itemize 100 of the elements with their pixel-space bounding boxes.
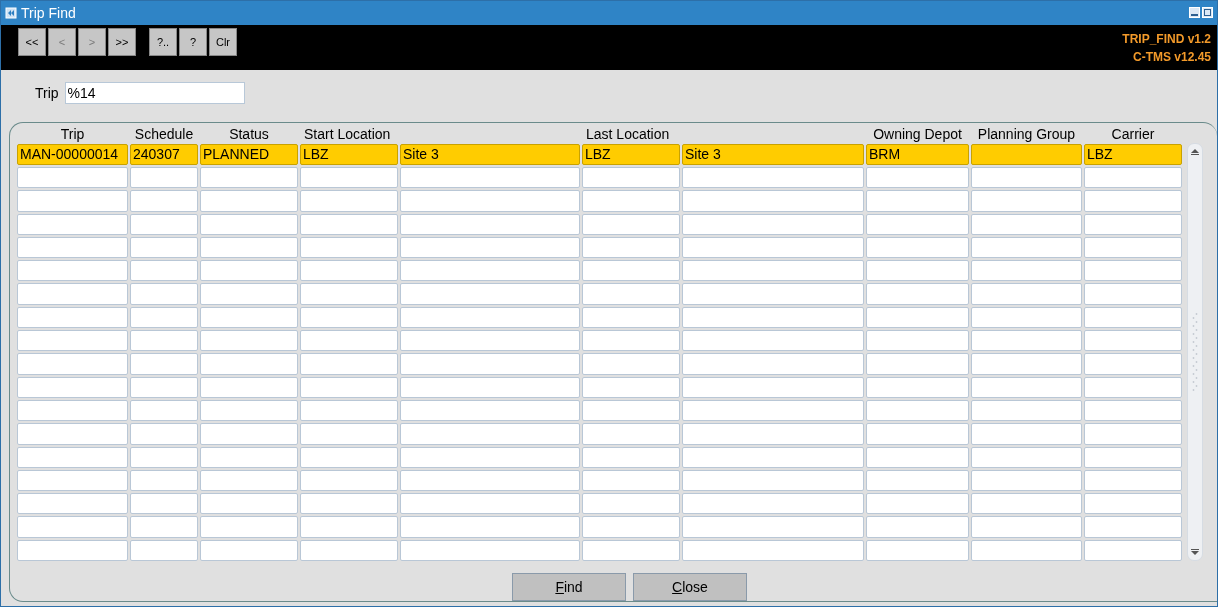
table-cell[interactable]: Site 3 (400, 143, 580, 165)
table-cell[interactable] (1084, 493, 1182, 515)
table-cell[interactable] (582, 516, 680, 538)
table-cell[interactable] (17, 213, 128, 235)
table-cell[interactable] (971, 539, 1082, 561)
toolbar-button[interactable]: >> (108, 27, 136, 56)
table-cell[interactable] (582, 376, 680, 398)
table-cell[interactable] (200, 306, 298, 329)
table-cell[interactable] (682, 399, 864, 422)
table-cell[interactable] (300, 166, 398, 189)
table-cell[interactable] (971, 213, 1082, 235)
table-cell[interactable] (866, 423, 969, 445)
table-cell[interactable] (971, 236, 1082, 259)
table-cell[interactable] (17, 236, 128, 259)
toolbar-button[interactable]: ? (179, 27, 207, 56)
table-cell[interactable] (200, 166, 298, 189)
table-cell[interactable] (300, 213, 398, 235)
table-cell[interactable] (300, 260, 398, 282)
table-cell[interactable] (200, 469, 298, 492)
table-cell[interactable] (1084, 446, 1182, 468)
table-cell[interactable] (1084, 330, 1182, 352)
table-cell[interactable] (130, 446, 198, 468)
table-cell[interactable] (17, 260, 128, 282)
table-cell[interactable] (971, 330, 1082, 352)
table-cell[interactable] (17, 283, 128, 305)
table-cell[interactable] (300, 376, 398, 398)
table-cell[interactable] (682, 539, 864, 561)
table-cell[interactable] (866, 330, 969, 352)
table-cell[interactable] (300, 423, 398, 445)
table-cell[interactable] (400, 493, 580, 515)
table-cell[interactable] (130, 330, 198, 352)
table-cell[interactable] (17, 493, 128, 515)
table-cell[interactable]: BRM (866, 143, 969, 165)
table-cell[interactable] (200, 399, 298, 422)
table-cell[interactable] (971, 469, 1082, 492)
table-cell[interactable] (300, 469, 398, 492)
table-cell[interactable] (17, 330, 128, 352)
table-cell[interactable] (300, 516, 398, 538)
table-cell[interactable] (971, 166, 1082, 189)
table-cell[interactable] (17, 399, 128, 422)
table-cell[interactable] (971, 493, 1082, 515)
table-cell[interactable] (866, 399, 969, 422)
minimize-icon[interactable] (1189, 7, 1200, 19)
table-cell[interactable] (400, 469, 580, 492)
table-cell[interactable] (971, 423, 1082, 445)
toolbar-button[interactable]: ?.. (149, 27, 177, 56)
table-cell[interactable] (682, 493, 864, 515)
table-cell[interactable] (130, 493, 198, 515)
table-cell[interactable] (971, 143, 1082, 165)
table-cell[interactable] (682, 353, 864, 375)
table-cell[interactable] (1084, 306, 1182, 329)
table-cell[interactable] (866, 190, 969, 212)
trip-field[interactable]: %14 (64, 81, 245, 104)
table-cell[interactable] (971, 190, 1082, 212)
table-cell[interactable] (582, 283, 680, 305)
table-cell[interactable] (682, 446, 864, 468)
table-cell[interactable] (300, 190, 398, 212)
table-cell[interactable] (682, 306, 864, 329)
table-cell[interactable] (400, 283, 580, 305)
table-cell[interactable] (682, 330, 864, 352)
table-cell[interactable] (971, 353, 1082, 375)
table-cell[interactable] (1084, 190, 1182, 212)
table-cell[interactable] (582, 399, 680, 422)
table-cell[interactable] (130, 399, 198, 422)
table-cell[interactable]: PLANNED (200, 143, 298, 165)
table-cell[interactable] (1084, 399, 1182, 422)
table-cell[interactable] (200, 213, 298, 235)
toolbar-button[interactable]: Clr (209, 27, 237, 56)
table-cell[interactable] (400, 260, 580, 282)
table-cell[interactable] (200, 539, 298, 561)
table-cell[interactable] (400, 539, 580, 561)
table-cell[interactable] (200, 190, 298, 212)
table-cell[interactable] (1084, 260, 1182, 282)
table-cell[interactable] (400, 166, 580, 189)
table-cell[interactable] (971, 376, 1082, 398)
table-cell[interactable] (300, 539, 398, 561)
table-cell[interactable]: LBZ (582, 143, 680, 165)
table-cell[interactable] (682, 376, 864, 398)
table-cell[interactable] (682, 469, 864, 492)
table-cell[interactable] (130, 236, 198, 259)
table-cell[interactable] (17, 376, 128, 398)
table-cell[interactable] (130, 423, 198, 445)
table-cell[interactable] (866, 469, 969, 492)
table-cell[interactable] (682, 260, 864, 282)
table-cell[interactable] (582, 213, 680, 235)
table-cell[interactable] (682, 236, 864, 259)
table-cell[interactable] (400, 353, 580, 375)
table-cell[interactable] (17, 516, 128, 538)
table-cell[interactable] (866, 539, 969, 561)
table-cell[interactable] (130, 539, 198, 561)
table-cell[interactable] (582, 353, 680, 375)
table-cell[interactable] (17, 190, 128, 212)
table-cell[interactable] (582, 236, 680, 259)
table-cell[interactable] (130, 190, 198, 212)
table-cell[interactable] (200, 330, 298, 352)
table-cell[interactable]: LBZ (1084, 143, 1182, 165)
table-cell[interactable] (130, 306, 198, 329)
table-cell[interactable] (1084, 423, 1182, 445)
table-cell[interactable] (682, 283, 864, 305)
table-cell[interactable] (1084, 376, 1182, 398)
